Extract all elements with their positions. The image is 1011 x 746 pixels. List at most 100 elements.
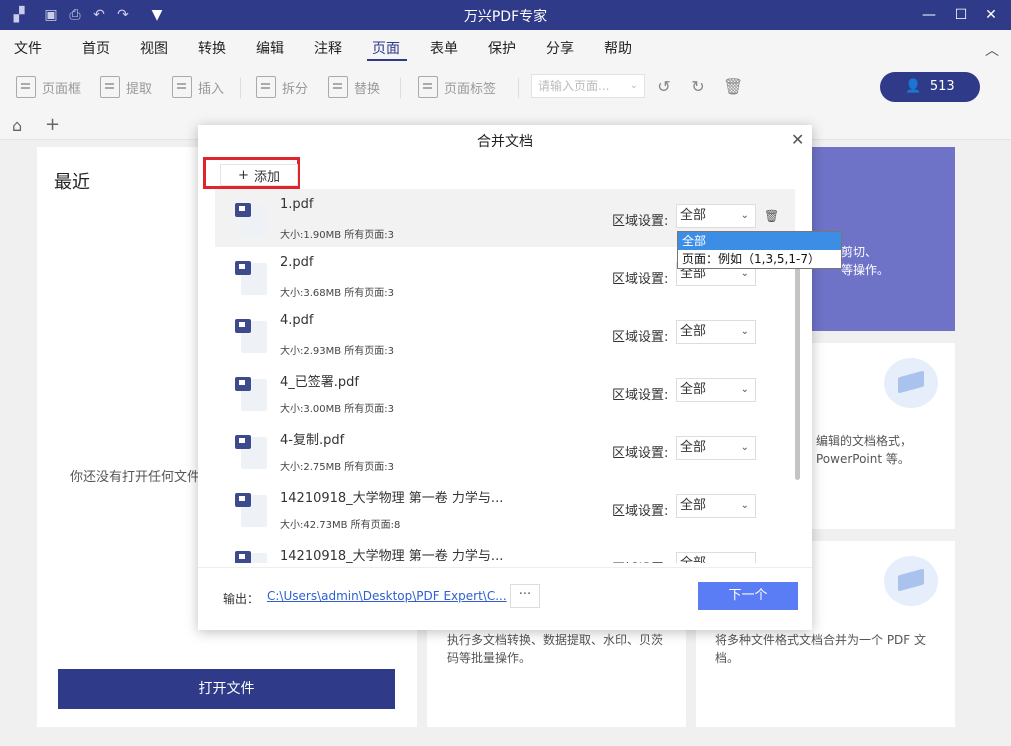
insert-button[interactable]: 插入 <box>172 76 224 98</box>
maximize-icon[interactable]: ☐ <box>950 4 972 26</box>
combine-card-text: 将多种文件格式文档合并为一个 PDF 文档。 <box>715 633 927 665</box>
chevron-down-icon: ⌄ <box>740 442 749 453</box>
convert-illustration-icon <box>884 358 938 408</box>
output-label: 输出： <box>223 592 260 606</box>
delete-page-icon[interactable]: 🗑 <box>723 78 743 96</box>
file-meta: 大小:3.68MB 所有页面:3 <box>280 288 395 299</box>
add-file-button[interactable]: + 添加 <box>220 164 298 186</box>
toolbar-divider <box>400 78 401 98</box>
file-list-scrollbar[interactable] <box>795 235 800 480</box>
region-label: 区域设置: <box>612 558 668 563</box>
replace-icon <box>328 76 348 98</box>
menu-edit[interactable]: 编辑 <box>256 38 284 58</box>
new-tab-icon[interactable]: + <box>45 114 60 135</box>
close-icon[interactable]: ✕ <box>791 130 804 149</box>
file-name: 4-复制.pdf <box>280 433 345 448</box>
page-label-icon <box>418 76 438 98</box>
page-box-icon <box>16 76 36 98</box>
active-menu-indicator <box>367 59 407 61</box>
next-button[interactable]: 下一个 <box>698 582 798 610</box>
insert-icon <box>172 76 192 98</box>
close-icon[interactable]: ✕ <box>980 4 1002 26</box>
menu-share[interactable]: 分享 <box>546 38 574 58</box>
file-row[interactable]: 14210918_大学物理 第一卷 力学与... 大小:42.73MB 所有页面… <box>215 479 795 537</box>
dropdown-option-all[interactable]: 全部 <box>678 232 841 250</box>
browse-output-button[interactable]: ··· <box>510 584 540 608</box>
menu-convert[interactable]: 转换 <box>198 38 226 58</box>
plus-icon: + <box>238 167 249 183</box>
app-title: 万兴PDF专家 <box>463 9 548 25</box>
file-meta: 大小:2.93MB 所有页面:3 <box>280 346 395 357</box>
menu-form[interactable]: 表单 <box>430 38 458 58</box>
extract-icon <box>100 76 120 98</box>
region-label: 区域设置: <box>612 272 669 287</box>
title-bar: ▞ ▣ ⎙ ↶ ↷ ▼ 万兴PDF专家 — ☐ ✕ <box>0 0 1011 30</box>
menu-home[interactable]: 首页 <box>82 38 110 58</box>
file-name: 14210918_大学物理 第一卷 力学与... <box>280 491 504 506</box>
trash-icon[interactable]: 🗑 <box>764 209 779 223</box>
region-label: 区域设置: <box>612 330 669 345</box>
pdf-file-icon <box>235 203 267 239</box>
file-name: 1.pdf <box>280 197 314 212</box>
pdf-file-icon <box>235 261 267 297</box>
menu-page[interactable]: 页面 <box>372 38 400 58</box>
collapse-ribbon-icon[interactable]: ︿ <box>985 40 999 60</box>
menu-comment[interactable]: 注释 <box>314 38 342 58</box>
split-button[interactable]: 拆分 <box>256 76 308 98</box>
chevron-down-icon: ⌄ <box>740 210 749 221</box>
file-name: 2.pdf <box>280 255 314 270</box>
region-select[interactable]: 全部⌄ <box>676 204 756 228</box>
dropdown-option-pages[interactable]: 页面：例如（1,3,5,1-7） <box>678 250 841 268</box>
chevron-down-icon: ⌄ <box>740 326 749 337</box>
region-select[interactable]: 全部⌄ <box>676 494 756 518</box>
file-meta: 大小:2.75MB 所有页面:3 <box>280 462 395 473</box>
minimize-icon[interactable]: — <box>918 4 940 26</box>
toolbar-divider <box>518 78 519 98</box>
region-label: 区域设置: <box>612 446 669 461</box>
file-name: 14210918_大学物理 第一卷 力学与... <box>280 549 504 563</box>
page-label-button[interactable]: 页面标签 <box>418 76 496 98</box>
page-toolbar: 页面框 提取 插入 拆分 替换 页面标签 <box>0 62 1011 112</box>
file-meta: 大小:42.73MB 所有页面:8 <box>280 520 401 531</box>
file-row[interactable]: 4.pdf 大小:2.93MB 所有页面:3 区域设置: 全部 ⌄ <box>215 305 795 363</box>
region-select[interactable]: 全部⌄ <box>676 320 756 344</box>
menu-protect[interactable]: 保护 <box>488 38 516 58</box>
chevron-down-icon: ⌄ <box>740 384 749 395</box>
home-icon[interactable]: ⌂ <box>12 116 22 135</box>
replace-button[interactable]: 替换 <box>328 76 380 98</box>
file-row[interactable]: 4-复制.pdf 大小:2.75MB 所有页面:3 区域设置: 全部 ⌄ <box>215 421 795 479</box>
user-icon: 👤 <box>905 79 922 94</box>
file-meta: 大小:3.00MB 所有页面:3 <box>280 404 395 415</box>
file-row[interactable]: 4_已签署.pdf 大小:3.00MB 所有页面:3 区域设置: 全部 ⌄ <box>215 363 795 421</box>
split-icon <box>256 76 276 98</box>
rotate-left-icon[interactable]: ↺ <box>655 78 673 96</box>
menu-view[interactable]: 视图 <box>140 38 168 58</box>
region-dropdown-list: 全部 页面：例如（1,3,5,1-7） <box>677 231 842 269</box>
region-select[interactable]: 全部⌄ <box>676 436 756 460</box>
region-select[interactable]: 全部⌄ <box>676 552 756 563</box>
menu-help[interactable]: 帮助 <box>604 38 632 58</box>
convert-card-text: 编辑的文档格式， PowerPoint 等。 <box>816 434 913 466</box>
pdf-file-icon <box>235 377 267 413</box>
extract-button[interactable]: 提取 <box>100 76 152 98</box>
file-row[interactable]: 14210918_大学物理 第一卷 力学与... 区域设置: 全部⌄ <box>215 537 795 563</box>
page-box-button[interactable]: 页面框 <box>16 76 81 98</box>
user-account-button[interactable]: 👤 513 <box>880 72 980 102</box>
file-name: 4.pdf <box>280 313 314 328</box>
pdf-file-icon <box>235 319 267 355</box>
rotate-right-icon[interactable]: ↻ <box>689 78 707 96</box>
chevron-down-icon: ⌄ <box>741 553 749 563</box>
page-number-input[interactable]: 请输入页面... ⌄ <box>531 74 645 98</box>
region-label: 区域设置: <box>612 504 669 519</box>
open-file-button[interactable]: 打开文件 <box>58 669 395 709</box>
pdf-file-icon <box>235 551 267 563</box>
chevron-down-icon: ⌄ <box>740 500 749 511</box>
menu-file[interactable]: 文件 <box>14 38 42 58</box>
pdf-file-icon <box>235 493 267 529</box>
region-select[interactable]: 全部⌄ <box>676 378 756 402</box>
batch-card-text: 执行多文档转换、数据提取、水印、贝茨 码等批量操作。 <box>447 633 664 665</box>
output-path-link[interactable]: C:\Users\admin\Desktop\PDF Expert\C... <box>267 589 507 603</box>
merge-documents-dialog: 合并文档 ✕ + 添加 1.pdf 大小:1.90MB 所有页面:3 区域设置: … <box>198 125 812 630</box>
chevron-down-icon: ⌄ <box>629 80 638 91</box>
combine-illustration-icon <box>884 556 938 606</box>
